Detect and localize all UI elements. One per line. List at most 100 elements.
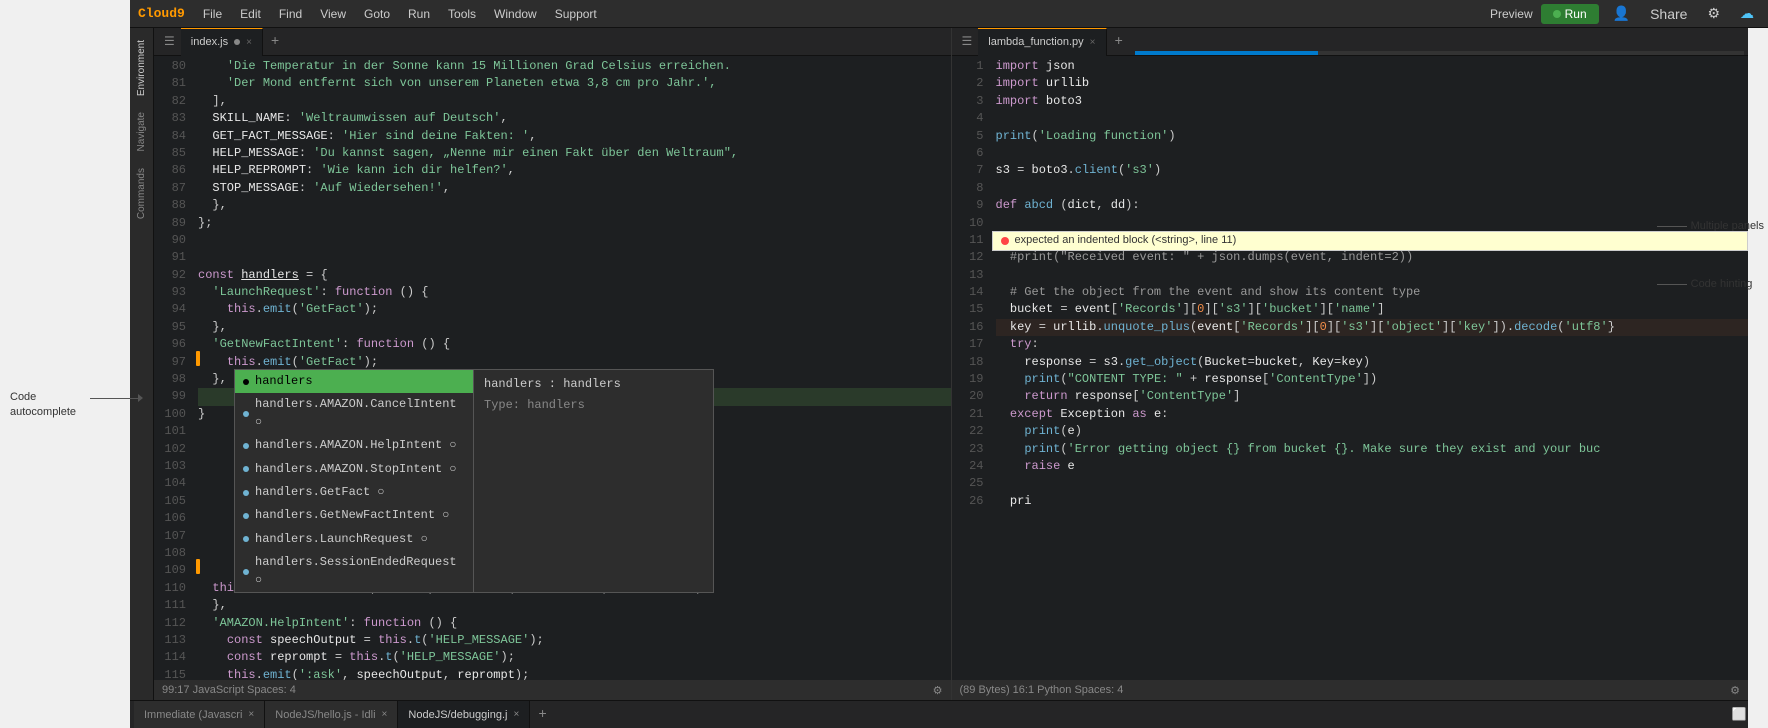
sidebar-environment[interactable]: Environment [134,32,149,104]
autocomplete-list[interactable]: handlers handlers.AMAZON.CancelIntent ○ … [234,369,474,593]
ac-item-getnewfact[interactable]: handlers.GetNewFactIntent ○ [235,504,473,527]
bottom-tab-hello-close[interactable]: × [382,709,388,720]
py-line-5: print('Loading function') [996,128,1749,145]
py-line-25 [996,475,1749,492]
share-button[interactable]: Share [1644,4,1693,24]
code-autocomplete-annotation: Code autocomplete [10,390,76,421]
menu-goto[interactable]: Goto [356,5,398,23]
bottom-tab-debugging[interactable]: NodeJS/debugging.j × [398,701,530,728]
code-hint-text: expected an indented block (<string>, li… [1015,233,1237,249]
code-line-93: 'LaunchRequest': function () { [198,284,951,301]
right-file-icon[interactable]: ☰ [956,34,979,49]
tab-close-icon[interactable]: × [246,37,252,48]
right-line-numbers: 12345 678910 ●11 1213141516 1718192021 2… [952,56,992,680]
left-settings-icon[interactable]: ⚙ [933,684,943,697]
preview-button[interactable]: Preview [1490,7,1533,21]
menu-tools[interactable]: Tools [440,5,484,23]
ac-item-cancel[interactable]: handlers.AMAZON.CancelIntent ○ [235,393,473,434]
bottom-tab-immediate-close[interactable]: × [248,709,254,720]
ac-item-launch[interactable]: handlers.LaunchRequest ○ [235,528,473,551]
menu-find[interactable]: Find [271,5,310,23]
ac-item-session[interactable]: handlers.SessionEndedRequest ○ [235,551,473,592]
menu-window[interactable]: Window [486,5,545,23]
tab-lambda-close[interactable]: × [1090,37,1096,48]
bottom-tab-immediate[interactable]: Immediate (Javascri × [134,701,265,728]
run-button[interactable]: Run [1541,4,1599,24]
cloud-icon[interactable]: ☁ [1734,3,1760,24]
cloud9-logo: Cloud9 [138,6,185,21]
code-hinting-annotation: Code hinting [1657,278,1764,290]
left-code-content[interactable]: 'Die Temperatur in der Sonne kann 15 Mil… [194,56,951,680]
tab-index-js[interactable]: index.js × [181,28,263,56]
ac-dot-icon [243,379,249,385]
ac-dot-icon [243,443,249,449]
gutter-marker-1 [196,351,200,366]
py-line-23: print('Error getting object {} from buck… [996,441,1749,458]
menu-file[interactable]: File [195,5,230,23]
py-line-20: return response['ContentType'] [996,388,1749,405]
tab-lambda-label: lambda_function.py [988,36,1083,48]
code-line-113: const speechOutput = this.t('HELP_MESSAG… [198,632,951,649]
ac-dot-icon [243,411,249,417]
code-line-88: }, [198,197,951,214]
code-line-96: 'GetNewFactIntent': function () { [198,336,951,353]
ac-item-getfact[interactable]: handlers.GetFact ○ [235,481,473,504]
code-line-92: const handlers = { [198,267,951,284]
right-editor-area[interactable]: 12345 678910 ●11 1213141516 1718192021 2… [952,56,1749,680]
right-settings-icon[interactable]: ⚙ [1730,684,1740,697]
py-line-12: #print("Received event: " + json.dumps(e… [996,249,1749,266]
progress-bar [1135,51,1744,55]
settings-icon[interactable]: ⚙ [1701,3,1726,24]
code-line-95: }, [198,319,951,336]
right-code-content[interactable]: expected an indented block (<string>, li… [992,56,1749,680]
ac-detail-label: handlers : handlers [484,376,703,393]
app-wrapper: Code autocomplete Multiple panels Code h… [0,0,1768,728]
code-line-112: 'AMAZON.HelpIntent': function () { [198,615,951,632]
run-dot [1553,10,1561,18]
sidebar-navigate[interactable]: Navigate [134,104,149,159]
menu-run[interactable]: Run [400,5,438,23]
menu-edit[interactable]: Edit [232,5,269,23]
ide-container: Cloud9 File Edit Find View Goto Run Tool… [130,0,1768,728]
bottom-tab-debugging-close[interactable]: × [513,709,519,720]
code-line-94: this.emit('GetFact'); [198,301,951,318]
ac-dot-icon [243,536,249,542]
left-editor-area[interactable]: 8081828384 8586878889 9091929394 9596979… [154,56,951,680]
file-tree-icon[interactable]: ☰ [158,34,181,49]
tab-lambda[interactable]: lambda_function.py × [978,28,1106,56]
tab-modified-dot [234,39,240,45]
code-line-87: STOP_MESSAGE: 'Auf Wiedersehen!', [198,180,951,197]
sidebar-commands[interactable]: Commands [134,160,149,227]
py-line-16: key = urllib.unquote_plus(event['Records… [996,319,1749,336]
ac-item-stop[interactable]: handlers.AMAZON.StopIntent ○ [235,458,473,481]
py-line-14: # Get the object from the event and show… [996,284,1749,301]
menu-bar: Cloud9 File Edit Find View Goto Run Tool… [130,0,1768,28]
panel-expand-icon[interactable]: ⬜ [1732,707,1747,722]
ac-item-help[interactable]: handlers.AMAZON.HelpIntent ○ [235,434,473,457]
py-line-19: print("CONTENT TYPE: " + response['Conte… [996,371,1749,388]
menu-view[interactable]: View [312,5,354,23]
ac-item-handlers[interactable]: handlers [235,370,473,393]
bottom-tab-hello[interactable]: NodeJS/hello.js - Idli × [265,701,398,728]
code-hint-tooltip: expected an indented block (<string>, li… [992,231,1749,251]
ac-dot-icon [243,490,249,496]
add-tab-button[interactable]: + [263,34,287,50]
py-line-4 [996,110,1749,127]
code-line-83: SKILL_NAME: 'Weltraumwissen auf Deutsch'… [198,110,951,127]
bottom-tab-immediate-label: Immediate (Javascri [144,709,242,721]
bottom-add-tab-button[interactable]: + [530,707,554,723]
code-line-85: HELP_MESSAGE: 'Du kannst sagen, „Nenne m… [198,145,951,162]
py-line-26: pri [996,493,1749,510]
left-tab-bar: ☰ index.js × + [154,28,951,56]
menu-support[interactable]: Support [547,5,605,23]
code-line-84: GET_FACT_MESSAGE: 'Hier sind deine Fakte… [198,128,951,145]
right-add-tab-button[interactable]: + [1107,34,1131,50]
py-line-6 [996,145,1749,162]
py-line-13 [996,267,1749,284]
progress-indicator [1135,51,1318,55]
avatar-button[interactable]: 👤 [1607,3,1636,24]
code-line-81: 'Der Mond entfernt sich von unserem Plan… [198,75,951,92]
left-editor-panel: ☰ index.js × + 8081828384 8586878889 909… [154,28,952,700]
gutter-marker-2 [196,559,200,574]
ac-detail-type: Type: handlers [484,397,703,414]
